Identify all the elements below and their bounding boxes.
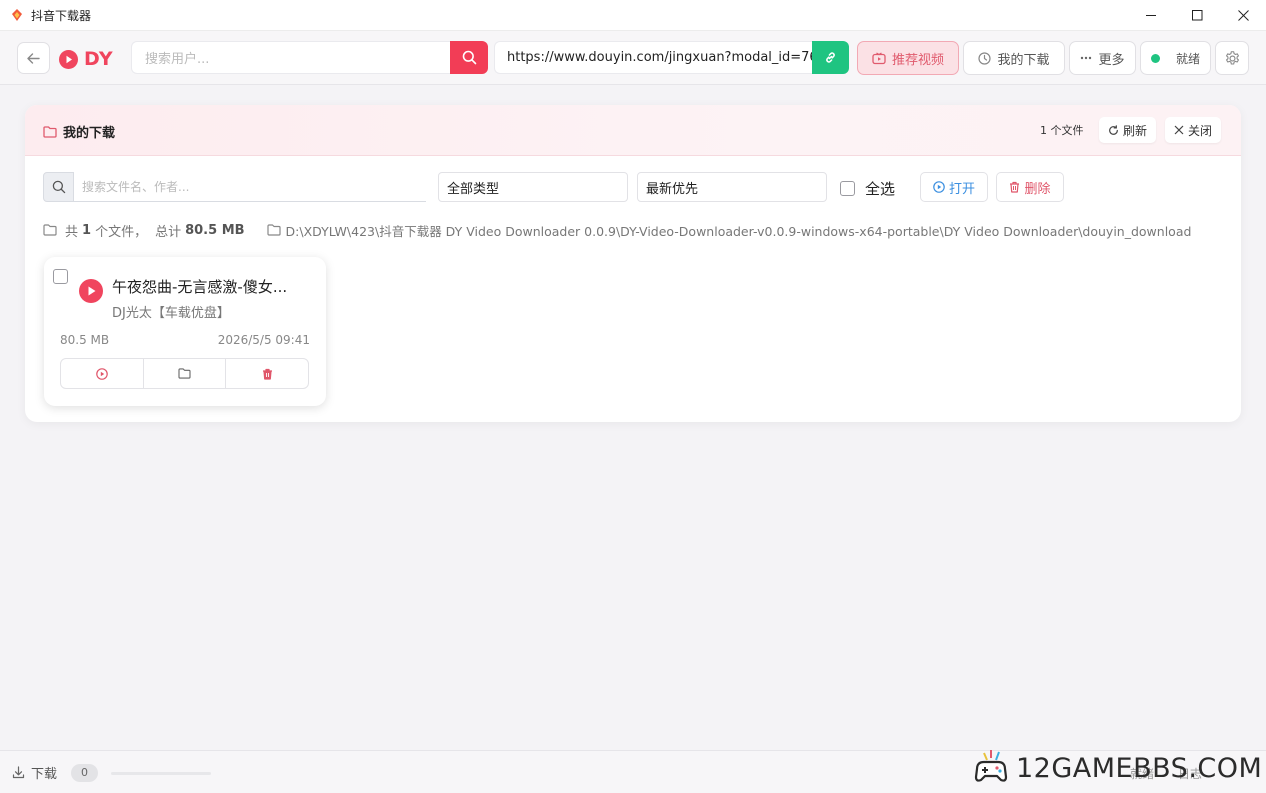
minimize-icon [1145, 15, 1156, 16]
summary-prefix: 共 [65, 224, 79, 240]
minimize-button[interactable] [1128, 0, 1174, 31]
folder-icon [43, 125, 57, 138]
status-indicator: 就绪 [1140, 41, 1211, 75]
title-bar: 抖音下载器 [0, 0, 1266, 31]
downloads-panel: 我的下载 1 个文件 刷新 关闭 搜索文件名、作者... 全部类型 最新优先 全… [25, 105, 1241, 422]
file-search-icon-box [43, 172, 74, 202]
recommend-videos-label: 推荐视频 [891, 52, 944, 68]
my-downloads-label: 我的下载 [997, 52, 1050, 68]
app-logo: DY [59, 48, 113, 70]
more-button[interactable]: 更多 [1069, 41, 1136, 75]
play-circle-icon[interactable] [79, 279, 103, 303]
status-dot [1150, 53, 1160, 63]
download-queue[interactable]: 下载 0 [12, 763, 99, 782]
link-icon [826, 52, 835, 63]
folder-icon [266, 224, 281, 236]
summary-count-suffix: 个文件， [95, 224, 148, 240]
maximize-button[interactable] [1174, 0, 1220, 31]
summary-total-label: 总计 [155, 224, 182, 240]
sort-select[interactable]: 最新优先 [637, 172, 827, 202]
search-icon [52, 180, 65, 194]
delete-file-button[interactable] [226, 359, 308, 388]
maximize-icon [1191, 10, 1202, 21]
trash-icon [1010, 181, 1020, 193]
panel-title: 我的下载 [43, 122, 115, 141]
arrow-left-icon [27, 52, 40, 64]
file-size: 80.5 MB [60, 333, 110, 347]
play-circle-icon [59, 49, 78, 69]
parse-link-button[interactable] [812, 41, 849, 74]
folder-icon [43, 224, 57, 236]
refresh-icon [1109, 124, 1118, 135]
delete-label: 删除 [1024, 181, 1051, 197]
panel-title-text: 我的下载 [63, 126, 116, 141]
folder-icon [178, 368, 191, 379]
play-circle-icon [933, 181, 945, 193]
back-button[interactable] [17, 42, 50, 74]
my-downloads-button[interactable]: 我的下载 [963, 41, 1065, 75]
select-all-checkbox[interactable] [840, 181, 855, 196]
download-count-badge: 0 [71, 763, 99, 782]
gear-icon [1225, 50, 1239, 65]
type-select[interactable]: 全部类型 [438, 172, 628, 202]
play-file-button[interactable] [61, 359, 144, 388]
file-checkbox[interactable] [53, 269, 68, 284]
status-label: 就绪 [1175, 51, 1200, 66]
close-icon [1237, 10, 1249, 21]
refresh-label: 刷新 [1123, 123, 1148, 138]
download-path[interactable]: D:\XDYLW\423\抖音下载器 DY Video Downloader 0… [286, 221, 1192, 240]
window-controls [1128, 0, 1266, 31]
search-icon [462, 50, 476, 65]
file-count-badge: 1 个文件 [1040, 124, 1084, 137]
watermark-text: 12GAMEBBS.COM [1016, 752, 1263, 784]
trash-icon [262, 368, 272, 380]
file-search-input[interactable]: 搜索文件名、作者... [73, 172, 426, 202]
close-label: 关闭 [1188, 123, 1213, 138]
select-all[interactable]: 全选 [840, 178, 895, 199]
filter-row: 搜索文件名、作者... 全部类型 最新优先 全选 打开 删除 [25, 172, 1241, 204]
file-title: 午夜怨曲-无言感激-傻女... [112, 278, 288, 296]
summary-total-size: 80.5 MB [185, 222, 245, 238]
select-all-label: 全选 [865, 180, 896, 198]
more-dots-icon [1081, 56, 1092, 60]
user-search-button[interactable] [450, 41, 488, 74]
download-progress-bar [111, 772, 211, 775]
settings-button[interactable] [1215, 41, 1249, 75]
play-circle-icon [96, 367, 108, 380]
panel-header: 我的下载 1 个文件 刷新 关闭 [25, 105, 1241, 156]
download-icon [12, 766, 25, 779]
video-icon [872, 51, 886, 64]
delete-button[interactable]: 删除 [996, 172, 1064, 202]
url-input[interactable]: https://www.douyin.com/jingxuan?modal_id… [494, 41, 813, 74]
gamepad-icon [974, 750, 1008, 782]
summary-count: 1 [82, 222, 92, 238]
close-icon [1174, 125, 1184, 135]
file-author: DJ光太【车载优盘】 [112, 306, 230, 321]
open-label: 打开 [948, 181, 975, 197]
logo-text: DY [84, 48, 114, 70]
window-title: 抖音下载器 [31, 8, 92, 23]
watermark: 12GAMEBBS.COM [972, 744, 1262, 792]
app-icon [12, 9, 22, 21]
refresh-button[interactable]: 刷新 [1099, 117, 1157, 143]
file-date: 2026/5/5 09:41 [217, 333, 310, 347]
file-card[interactable]: 午夜怨曲-无言感激-傻女... DJ光太【车载优盘】 80.5 MB 2026/… [44, 257, 326, 406]
close-panel-button[interactable]: 关闭 [1165, 117, 1222, 143]
summary-row: 共 1 个文件， 总计 80.5 MB D:\XDYLW\423\抖音下载器 D… [43, 221, 1192, 240]
open-folder-button[interactable] [144, 359, 227, 388]
recommend-videos-button[interactable]: 推荐视频 [857, 41, 959, 75]
close-window-button[interactable] [1220, 0, 1266, 31]
user-search-input[interactable]: 搜索用户... [131, 41, 451, 74]
more-label: 更多 [1098, 52, 1125, 68]
download-label: 下载 [31, 767, 58, 782]
toolbar: DY 搜索用户... https://www.douyin.com/jingxu… [0, 31, 1266, 85]
clock-icon [978, 51, 992, 65]
open-button[interactable]: 打开 [920, 172, 988, 202]
file-actions [60, 358, 309, 389]
